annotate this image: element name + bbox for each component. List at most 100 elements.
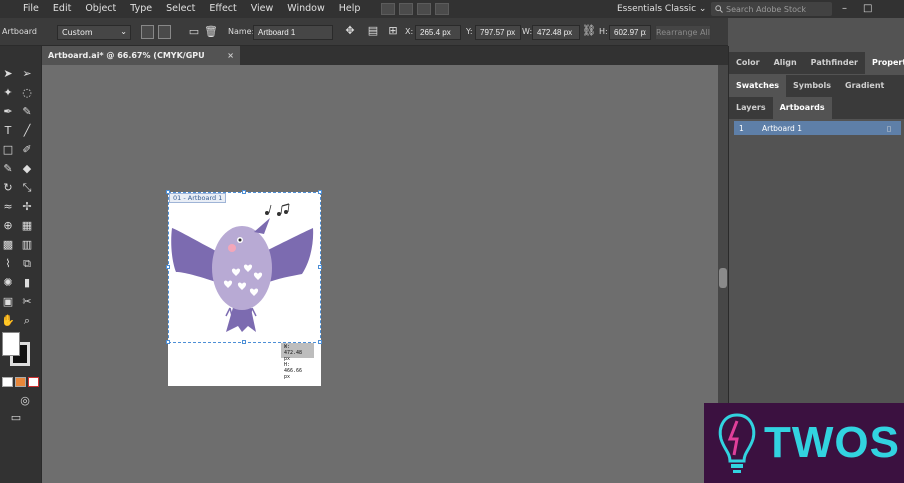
menu-edit[interactable]: Edit bbox=[46, 0, 78, 18]
menu-view[interactable]: View bbox=[244, 0, 281, 18]
symbol-sprayer-icon[interactable]: ✺ bbox=[1, 277, 15, 289]
hand-tool-icon[interactable]: ✋ bbox=[1, 315, 15, 327]
selection-tool-icon[interactable]: ➤ bbox=[1, 68, 15, 80]
tab-gradient[interactable]: Gradient bbox=[838, 75, 891, 97]
menu-type[interactable]: Type bbox=[123, 0, 159, 18]
rearrange-all-button[interactable]: Rearrange All bbox=[655, 25, 711, 40]
eyedropper-icon[interactable]: ⌇ bbox=[1, 258, 15, 270]
tab-pathfinder[interactable]: Pathfinder bbox=[804, 52, 865, 74]
artboard-options-icon[interactable]: ▤ bbox=[366, 25, 380, 37]
reference-point-icon[interactable]: ⊞ bbox=[386, 25, 400, 37]
tab-properties[interactable]: Properties bbox=[864, 52, 904, 74]
menu-object[interactable]: Object bbox=[78, 0, 123, 18]
maximize-icon[interactable]: □ bbox=[863, 0, 872, 18]
menu-window[interactable]: Window bbox=[280, 0, 331, 18]
stock-search-input[interactable]: Search Adobe Stock bbox=[711, 2, 832, 16]
paintbrush-icon[interactable]: ✐ bbox=[20, 144, 34, 156]
resize-handle[interactable] bbox=[318, 340, 322, 344]
tab-artboards[interactable]: Artboards bbox=[772, 97, 832, 119]
tab-color[interactable]: Color bbox=[729, 52, 767, 74]
artboard-name-input[interactable] bbox=[253, 25, 333, 40]
workspace-switcher[interactable]: Essentials Classic ⌄ bbox=[617, 0, 706, 18]
close-icon[interactable]: × bbox=[227, 46, 234, 65]
preset-value: Custom bbox=[62, 28, 93, 37]
portrait-icon[interactable] bbox=[141, 25, 154, 39]
tools-panel: ➤ ➢ ✦ ◌ ✒ ✎ T ╱ □ ✐ ✎ ◆ ↻ ⤡ ≈ ✢ ⊕ ▦ ▩ ▥ … bbox=[0, 46, 42, 483]
tooltip-height: H: 466.66 px bbox=[284, 362, 303, 380]
tab-swatches[interactable]: Swatches bbox=[729, 75, 786, 97]
screen-mode-icon[interactable]: ▭ bbox=[9, 412, 23, 424]
width-tool-icon[interactable]: ≈ bbox=[1, 201, 15, 213]
gradient-mode-icon[interactable] bbox=[15, 377, 26, 387]
menu-help[interactable]: Help bbox=[332, 0, 368, 18]
gradient-tool-icon[interactable]: ▥ bbox=[20, 239, 34, 251]
rotate-tool-icon[interactable]: ↻ bbox=[1, 182, 15, 194]
canvas-area[interactable]: 01 - Artboard 1 W: 472.48 px H: 466.66 p… bbox=[42, 65, 718, 483]
layout-icon[interactable] bbox=[417, 3, 432, 15]
document-tab[interactable]: Artboard.ai* @ 66.67% (CMYK/GPU Preview)… bbox=[42, 46, 240, 79]
x-field[interactable] bbox=[415, 25, 461, 40]
resize-handle[interactable] bbox=[242, 190, 246, 194]
resize-handle[interactable] bbox=[166, 265, 170, 269]
artboard-selection[interactable] bbox=[168, 192, 321, 343]
puppet-warp-icon[interactable]: ✢ bbox=[20, 201, 34, 213]
artboard-number: 1 bbox=[739, 123, 744, 133]
resize-handle[interactable] bbox=[318, 190, 322, 194]
column-graph-icon[interactable]: ▮ bbox=[20, 277, 34, 289]
w-label: W: bbox=[522, 27, 533, 36]
fill-swatch[interactable] bbox=[2, 332, 20, 356]
stock-icon[interactable] bbox=[399, 3, 414, 15]
none-mode-icon[interactable] bbox=[28, 377, 39, 387]
bridge-icon[interactable] bbox=[381, 3, 396, 15]
shaper-tool-icon[interactable]: ✎ bbox=[1, 163, 15, 175]
menu-select[interactable]: Select bbox=[159, 0, 202, 18]
zoom-tool-icon[interactable]: ⌕ bbox=[20, 315, 34, 327]
chevron-down-icon: ⌄ bbox=[120, 27, 127, 36]
type-tool-icon[interactable]: T bbox=[1, 125, 15, 137]
resize-handle[interactable] bbox=[318, 265, 322, 269]
color-mode-icon[interactable] bbox=[2, 377, 13, 387]
artboard-list-item[interactable]: 1 Artboard 1 ▯ bbox=[734, 121, 901, 135]
h-field[interactable] bbox=[609, 25, 651, 40]
landscape-icon[interactable] bbox=[158, 25, 171, 39]
preset-select[interactable]: Custom ⌄ bbox=[57, 25, 131, 40]
tab-layers[interactable]: Layers bbox=[729, 97, 773, 119]
blend-tool-icon[interactable]: ⧉ bbox=[20, 258, 34, 270]
scroll-thumb[interactable] bbox=[719, 268, 727, 288]
move-with-artboard-icon[interactable]: ✥ bbox=[343, 25, 357, 37]
y-field[interactable] bbox=[475, 25, 521, 40]
line-tool-icon[interactable]: ╱ bbox=[20, 125, 34, 137]
new-artboard-icon[interactable]: ▭ bbox=[187, 26, 201, 38]
draw-mode-icon[interactable]: ◎ bbox=[18, 395, 32, 407]
shape-builder-icon[interactable]: ⊕ bbox=[1, 220, 15, 232]
gpu-rocket-icon[interactable] bbox=[435, 3, 450, 15]
name-label: Name: bbox=[228, 27, 255, 36]
eraser-icon[interactable]: ◆ bbox=[20, 163, 34, 175]
artboard-name-label[interactable]: 01 - Artboard 1 bbox=[169, 193, 227, 203]
menu-file[interactable]: File bbox=[16, 0, 46, 18]
magic-wand-icon[interactable]: ✦ bbox=[1, 87, 15, 99]
slice-tool-icon[interactable]: ✂ bbox=[20, 296, 34, 308]
mesh-tool-icon[interactable]: ▩ bbox=[1, 239, 15, 251]
menu-bar: File Edit Object Type Select Effect View… bbox=[0, 0, 904, 18]
tab-symbols[interactable]: Symbols bbox=[786, 75, 838, 97]
lasso-icon[interactable]: ◌ bbox=[20, 87, 34, 99]
menu-effect[interactable]: Effect bbox=[202, 0, 243, 18]
artboard-tool-icon[interactable]: ▣ bbox=[1, 296, 15, 308]
pen-tool-icon[interactable]: ✒ bbox=[1, 106, 15, 118]
curvature-tool-icon[interactable]: ✎ bbox=[20, 106, 34, 118]
w-field[interactable] bbox=[532, 25, 580, 40]
resize-handle[interactable] bbox=[166, 340, 170, 344]
scale-tool-icon[interactable]: ⤡ bbox=[20, 182, 34, 194]
panel-tabs-row1: Color Align Pathfinder Properties bbox=[729, 52, 904, 74]
direct-selection-tool-icon[interactable]: ➢ bbox=[20, 68, 34, 80]
constrain-proportions-icon[interactable]: ⛓ bbox=[582, 25, 596, 37]
delete-artboard-icon[interactable]: 🗑 bbox=[204, 26, 218, 38]
artboard-options-icon[interactable]: ▯ bbox=[887, 124, 901, 133]
resize-handle[interactable] bbox=[242, 340, 246, 344]
y-label: Y: bbox=[466, 27, 473, 36]
perspective-grid-icon[interactable]: ▦ bbox=[20, 220, 34, 232]
minimize-icon[interactable]: – bbox=[842, 0, 847, 18]
rectangle-tool-icon[interactable]: □ bbox=[1, 144, 15, 156]
tab-align[interactable]: Align bbox=[767, 52, 804, 74]
